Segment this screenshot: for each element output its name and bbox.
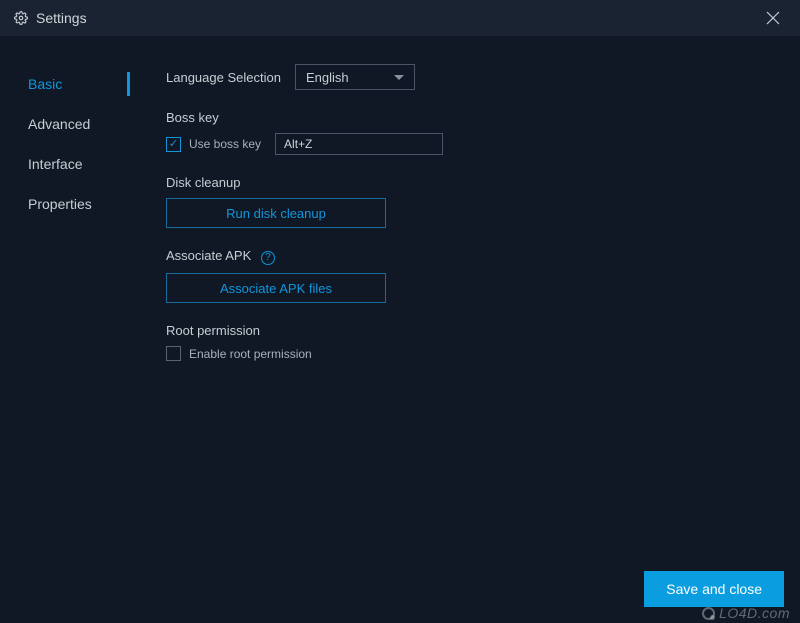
window-title: Settings (36, 10, 87, 26)
sidebar-item-label: Properties (28, 196, 92, 212)
sidebar-item-basic[interactable]: Basic (28, 64, 130, 104)
language-label: Language Selection (166, 70, 281, 85)
sidebar-item-interface[interactable]: Interface (28, 144, 130, 184)
close-icon (766, 11, 780, 25)
bosskey-checkbox[interactable]: ✓ (166, 137, 181, 152)
bosskey-input[interactable] (275, 133, 443, 155)
main-panel: Language Selection English Boss key ✓ Us… (130, 64, 800, 623)
disk-label: Disk cleanup (166, 175, 770, 190)
bosskey-label: Boss key (166, 110, 770, 125)
root-checkbox-label: Enable root permission (189, 347, 312, 361)
close-button[interactable] (760, 5, 786, 31)
chevron-down-icon (394, 75, 404, 80)
save-and-close-button[interactable]: Save and close (644, 571, 784, 607)
footer: Save and close (644, 571, 784, 607)
help-icon[interactable]: ? (261, 251, 275, 265)
run-disk-cleanup-button[interactable]: Run disk cleanup (166, 198, 386, 228)
sidebar-item-label: Advanced (28, 116, 90, 132)
apk-label-text: Associate APK (166, 248, 251, 263)
sidebar: Basic Advanced Interface Properties (0, 64, 130, 623)
root-label: Root permission (166, 323, 770, 338)
root-checkbox[interactable]: ✓ (166, 346, 181, 361)
language-dropdown[interactable]: English (295, 64, 415, 90)
associate-apk-button[interactable]: Associate APK files (166, 273, 386, 303)
apk-label: Associate APK ? (166, 248, 770, 265)
sidebar-item-label: Interface (28, 156, 82, 172)
bosskey-checkbox-label: Use boss key (189, 137, 261, 151)
titlebar: Settings (0, 0, 800, 36)
gear-icon (14, 11, 28, 25)
sidebar-item-label: Basic (28, 76, 62, 92)
sidebar-item-properties[interactable]: Properties (28, 184, 130, 224)
language-value: English (306, 70, 349, 85)
sidebar-item-advanced[interactable]: Advanced (28, 104, 130, 144)
